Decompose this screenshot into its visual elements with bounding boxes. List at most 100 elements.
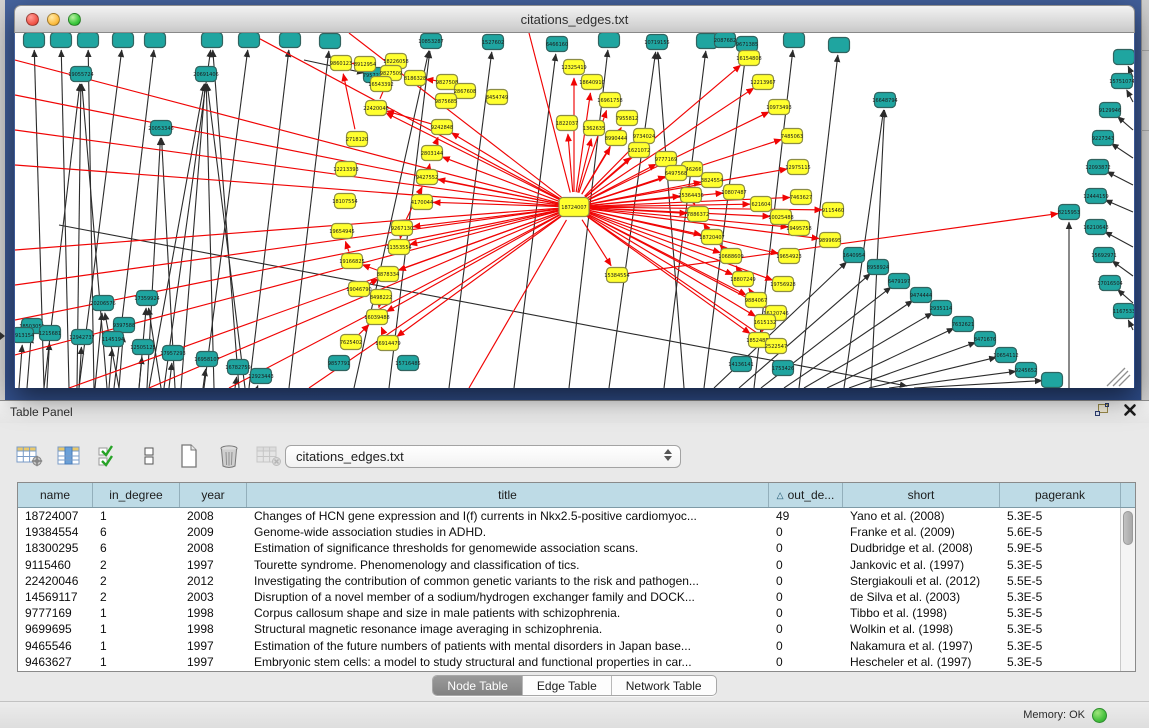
select-columns-button[interactable] bbox=[54, 441, 84, 471]
column-header-in-degree[interactable]: in_degree bbox=[93, 483, 180, 507]
collapse-arrow-icon[interactable] bbox=[0, 332, 5, 340]
graph-node[interactable] bbox=[784, 33, 805, 48]
graph-edge[interactable] bbox=[1107, 172, 1133, 185]
minimize-window-button[interactable] bbox=[47, 13, 60, 26]
graph-node[interactable] bbox=[145, 33, 166, 48]
table-row[interactable]: 946362711997Embryonic stem cells: a mode… bbox=[18, 654, 1135, 670]
column-header-pagerank[interactable]: pagerank bbox=[1000, 483, 1121, 507]
row-selection-button[interactable] bbox=[94, 441, 124, 471]
column-header-title[interactable]: title bbox=[247, 483, 769, 507]
new-document-button[interactable] bbox=[174, 441, 204, 471]
float-panel-icon[interactable] bbox=[1095, 404, 1109, 417]
graph-edge[interactable] bbox=[739, 274, 870, 388]
graph-node-label: 25364436 bbox=[678, 193, 703, 199]
column-header-out-de-[interactable]: △out_de... bbox=[769, 483, 843, 507]
table-row[interactable]: 1938455462009Genome-wide association stu… bbox=[18, 524, 1135, 540]
graph-edge[interactable] bbox=[109, 349, 112, 388]
graph-edge[interactable] bbox=[169, 363, 172, 388]
zoom-window-button[interactable] bbox=[68, 13, 81, 26]
resize-grip-icon[interactable] bbox=[1107, 368, 1130, 386]
graph-node-label: 2867608 bbox=[454, 89, 476, 95]
table-settings-button[interactable] bbox=[14, 441, 44, 471]
graph-edge[interactable] bbox=[15, 60, 559, 203]
graph-edge[interactable] bbox=[1128, 320, 1133, 330]
graph-node-label: 1640954 bbox=[843, 253, 865, 259]
table-row[interactable]: 977716911998Corpus callosum shape and si… bbox=[18, 605, 1135, 621]
graph-edge[interactable] bbox=[1111, 144, 1133, 158]
graph-edge[interactable] bbox=[235, 377, 237, 388]
tab-network-table[interactable]: Network Table bbox=[612, 676, 716, 695]
table-cell: 5.5E-5 bbox=[1000, 573, 1121, 589]
graph-node[interactable] bbox=[280, 33, 301, 48]
cell-view-button[interactable] bbox=[134, 441, 164, 471]
graph-edge[interactable] bbox=[397, 216, 562, 337]
graph-node[interactable] bbox=[202, 33, 223, 48]
delete-table-button[interactable] bbox=[254, 441, 284, 471]
delete-rows-button[interactable] bbox=[214, 441, 244, 471]
graph-edge[interactable] bbox=[438, 179, 560, 204]
graph-edge[interactable] bbox=[804, 313, 932, 388]
network-canvas[interactable]: 1085328715276026466160107191559671385190… bbox=[15, 33, 1134, 388]
graph-node[interactable] bbox=[1114, 50, 1135, 65]
tab-edge-table[interactable]: Edge Table bbox=[523, 676, 612, 695]
graph-edge[interactable] bbox=[576, 93, 590, 192]
column-header-year[interactable]: year bbox=[180, 483, 247, 507]
graph-node[interactable] bbox=[113, 33, 134, 48]
graph-edge[interactable] bbox=[289, 51, 329, 388]
graph-node-label: 20053346 bbox=[148, 126, 173, 132]
graph-edge[interactable] bbox=[257, 385, 258, 388]
table-row[interactable]: 1456911722003Disruption of a novel membe… bbox=[18, 589, 1135, 605]
graph-edge[interactable] bbox=[15, 165, 559, 206]
graph-node-label: 12213393 bbox=[333, 167, 358, 173]
window-titlebar[interactable]: citations_edges.txt bbox=[14, 5, 1135, 33]
table-panel-header: Table Panel bbox=[0, 401, 1149, 423]
graph-node[interactable] bbox=[51, 33, 72, 48]
graph-edge[interactable] bbox=[1112, 261, 1133, 276]
graph-edge[interactable] bbox=[849, 342, 976, 388]
close-window-button[interactable] bbox=[26, 13, 39, 26]
graph-node[interactable] bbox=[78, 33, 99, 48]
column-header-short[interactable]: short bbox=[843, 483, 1000, 507]
graph-edge[interactable] bbox=[343, 74, 355, 129]
graph-edge[interactable] bbox=[529, 33, 570, 192]
table-cell: Changes of HCN gene expression and I(f) … bbox=[247, 508, 769, 524]
graph-node[interactable] bbox=[239, 33, 260, 48]
graph-node[interactable] bbox=[599, 33, 620, 48]
table-row[interactable]: 911546021997Tourette syndrome. Phenomeno… bbox=[18, 557, 1135, 573]
table-scrollbar[interactable] bbox=[1120, 508, 1135, 671]
table-cell: 1 bbox=[93, 605, 180, 621]
column-header-name[interactable]: name bbox=[18, 483, 93, 507]
column-header-label: out_de... bbox=[788, 488, 835, 502]
graph-node[interactable] bbox=[24, 33, 45, 48]
graph-edge[interactable] bbox=[345, 241, 348, 251]
tab-node-table[interactable]: Node Table bbox=[433, 676, 523, 695]
graph-edge[interactable] bbox=[381, 327, 384, 334]
graph-edge[interactable] bbox=[1118, 117, 1133, 130]
table-row[interactable]: 2242004622012Investigating the contribut… bbox=[18, 573, 1135, 589]
graph-node[interactable] bbox=[1042, 373, 1063, 388]
graph-edge[interactable] bbox=[27, 336, 31, 388]
graph-edge[interactable] bbox=[1105, 232, 1133, 247]
table-row[interactable]: 946554611997Estimation of the future num… bbox=[18, 638, 1135, 654]
scrollbar-thumb[interactable] bbox=[1123, 511, 1133, 545]
table-row[interactable]: 969969511998Structural magnetic resonanc… bbox=[18, 621, 1135, 637]
graph-edge[interactable] bbox=[1105, 200, 1133, 212]
table-source-select[interactable]: citations_edges.txt bbox=[285, 445, 681, 468]
graph-node-label: 1527602 bbox=[482, 40, 504, 46]
graph-node[interactable] bbox=[829, 38, 850, 53]
graph-edge[interactable] bbox=[568, 134, 573, 192]
graph-edge[interactable] bbox=[429, 164, 430, 167]
table-row[interactable]: 1830029562008Estimation of significance … bbox=[18, 540, 1135, 556]
graph-edge[interactable] bbox=[19, 345, 22, 388]
graph-node-label: 19654923 bbox=[776, 254, 801, 260]
graph-edge[interactable] bbox=[387, 111, 433, 124]
graph-edge[interactable] bbox=[1127, 90, 1133, 102]
table-row[interactable]: 1872400712008Changes of HCN gene express… bbox=[18, 508, 1135, 524]
graph-edge[interactable] bbox=[61, 50, 69, 388]
graph-edge[interactable] bbox=[1118, 290, 1133, 303]
graph-node[interactable] bbox=[320, 34, 341, 49]
graph-edge[interactable] bbox=[869, 357, 996, 388]
graph-edge[interactable] bbox=[749, 288, 751, 291]
graph-edge[interactable] bbox=[362, 265, 378, 271]
close-panel-icon[interactable] bbox=[1123, 403, 1137, 417]
